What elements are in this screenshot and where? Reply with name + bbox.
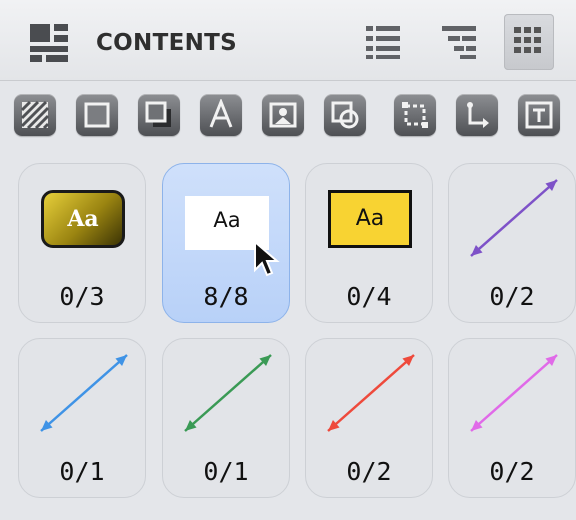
shape-overlap-icon xyxy=(331,101,359,129)
hierarchy-icon xyxy=(442,26,476,59)
style-preview-gold: Aa xyxy=(41,190,125,248)
font-button[interactable] xyxy=(200,94,242,136)
style-tile-purple-line[interactable]: 0/2 xyxy=(448,163,576,323)
text-frame-button[interactable] xyxy=(518,94,560,136)
style-usage-count: 0/1 xyxy=(203,457,249,486)
transform-button[interactable] xyxy=(394,94,436,136)
grid-view-button[interactable] xyxy=(504,14,554,70)
arrow-line-preview xyxy=(40,354,128,432)
contents-header: CONTENTS xyxy=(0,0,576,81)
square-stroke-icon xyxy=(84,102,110,128)
connector-button[interactable] xyxy=(456,94,498,136)
style-tile-red-line[interactable]: 0/2 xyxy=(305,338,433,498)
image-icon xyxy=(269,102,297,128)
transform-icon xyxy=(402,102,428,128)
style-preview-yellow: Aa xyxy=(328,190,412,248)
style-tile-yellow-text[interactable]: Aa 0/4 xyxy=(305,163,433,323)
style-usage-count: 8/8 xyxy=(203,282,249,311)
list-icon xyxy=(366,26,400,59)
outline-view-button[interactable] xyxy=(434,14,484,70)
arrow-line-preview xyxy=(184,354,272,432)
image-button[interactable] xyxy=(262,94,304,136)
font-style-icon xyxy=(209,99,233,128)
contents-logo-icon xyxy=(30,24,68,62)
style-usage-count: 0/4 xyxy=(346,282,392,311)
stroke-button[interactable] xyxy=(76,94,118,136)
fill-pattern-icon xyxy=(20,100,50,130)
shadow-box-icon xyxy=(145,101,171,127)
style-usage-count: 0/2 xyxy=(489,282,535,311)
connector-icon xyxy=(467,102,489,128)
grid-icon xyxy=(514,27,541,53)
style-usage-count: 0/1 xyxy=(59,457,105,486)
style-tile-white-text[interactable]: Aa 8/8 xyxy=(162,163,290,323)
style-usage-count: 0/2 xyxy=(346,457,392,486)
style-tile-blue-line[interactable]: 0/1 xyxy=(18,338,146,498)
arrow-line-preview xyxy=(327,354,415,432)
fill-pattern-button[interactable] xyxy=(14,94,56,136)
shadow-button[interactable] xyxy=(138,94,180,136)
shape-button[interactable] xyxy=(324,94,366,136)
style-tile-gold-text[interactable]: Aa 0/3 xyxy=(18,163,146,323)
style-tile-pink-line[interactable]: 0/2 xyxy=(448,338,576,498)
mouse-pointer-icon xyxy=(254,240,280,277)
list-view-button[interactable] xyxy=(358,14,408,70)
style-usage-count: 0/3 xyxy=(59,282,105,311)
arrow-line-preview xyxy=(470,179,558,257)
style-usage-count: 0/2 xyxy=(489,457,535,486)
page-title: CONTENTS xyxy=(96,30,237,56)
text-frame-icon xyxy=(525,101,553,129)
style-tile-green-line[interactable]: 0/1 xyxy=(162,338,290,498)
arrow-line-preview xyxy=(470,354,558,432)
panel-footer xyxy=(0,500,576,520)
